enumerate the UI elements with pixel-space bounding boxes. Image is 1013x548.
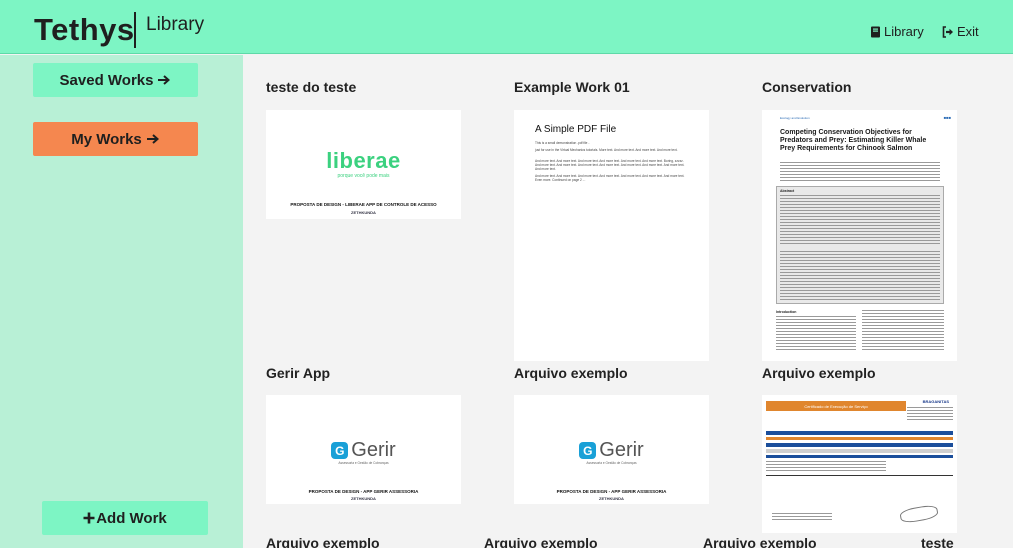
work-title[interactable]: Conservation <box>762 79 851 95</box>
gerir-wordmark: Gerir <box>351 439 396 461</box>
preview-caption: PROPOSTA DE DESIGN - APP GERIR ASSESSORI… <box>556 489 667 494</box>
app-subtitle: Library <box>146 14 205 35</box>
saved-works-button[interactable]: Saved Works <box>33 63 198 97</box>
certificate-row <box>766 443 953 447</box>
my-works-label: My Works <box>71 130 142 148</box>
certificate-header-text <box>907 407 953 421</box>
pdf-text-line: And more text. And more text. And more t… <box>535 159 685 171</box>
sidebar: Saved Works My Works Add Work <box>0 55 243 548</box>
paper-authors <box>780 162 940 182</box>
gerir-g-icon: G <box>579 442 597 459</box>
work-title[interactable]: Arquivo exemplo <box>762 365 876 381</box>
paper-column-left <box>776 316 856 352</box>
work-thumbnail[interactable]: G Gerir Assessoria e Gestão de Cobranças… <box>514 395 709 504</box>
intro-label: Introduction <box>776 310 797 314</box>
pdf-heading: A Simple PDF File <box>535 124 617 135</box>
my-works-button[interactable]: My Works <box>33 122 198 156</box>
work-title[interactable]: Example Work 01 <box>514 79 630 95</box>
book-icon <box>871 26 880 37</box>
pdf-text-line: And more text. And more text. And more t… <box>535 174 685 182</box>
pdf-text-line: This is a small demonstration .pdf file … <box>535 141 590 145</box>
nav-library-label: Library <box>884 24 924 39</box>
sign-out-icon <box>942 25 953 38</box>
brand-divider <box>134 12 136 48</box>
liberae-logo: liberae <box>326 148 401 173</box>
certificate-banner: Certificado de Execução de Serviço <box>766 401 906 411</box>
certificate-footer <box>772 513 832 521</box>
work-title[interactable]: teste <box>921 535 954 548</box>
certificate-row <box>766 431 953 435</box>
signature-stamp-icon <box>899 503 939 525</box>
logo-tagline: Assessoria e Gestão de Cobranças <box>338 461 389 465</box>
logo-tagline: porque você pode mais <box>337 173 390 179</box>
paper-heading: Competing Conservation Objectives for Pr… <box>780 129 927 152</box>
preview-mark: ZETHKUNDA <box>599 496 624 501</box>
gerir-g-icon: G <box>331 442 349 459</box>
plus-icon <box>83 512 95 524</box>
preview-mark: ZETHKUNDA <box>351 496 376 501</box>
paper-column-right <box>862 310 944 352</box>
app-brand[interactable]: Tethys <box>34 12 135 48</box>
saved-works-label: Saved Works <box>59 71 154 89</box>
paper-abstract-box: Abstract <box>776 186 944 304</box>
add-work-button[interactable]: Add Work <box>42 501 208 535</box>
work-title[interactable]: Arquivo exemplo <box>266 535 380 548</box>
nav-exit-link[interactable]: Exit <box>942 24 979 39</box>
preview-mark: ZETHKUNDA <box>351 210 376 215</box>
add-work-label: Add Work <box>96 509 167 527</box>
work-thumbnail[interactable]: G Gerir Assessoria e Gestão de Cobranças… <box>266 395 461 504</box>
work-title[interactable]: teste do teste <box>266 79 356 95</box>
gerir-logo: G Gerir <box>514 439 709 462</box>
works-grid: teste do teste Example Work 01 Conservat… <box>243 55 1013 548</box>
nav-library-link[interactable]: Library <box>870 24 924 39</box>
nav-exit-label: Exit <box>957 24 979 39</box>
work-title[interactable]: Arquivo exemplo <box>703 535 817 548</box>
work-thumbnail[interactable]: liberae porque você pode mais PROPOSTA D… <box>266 110 461 219</box>
gerir-logo: G Gerir <box>266 439 461 462</box>
logo-tagline: Assessoria e Gestão de Cobranças <box>586 461 637 465</box>
arrow-right-icon <box>146 134 159 144</box>
top-bar: Tethys Library Library Exit <box>0 0 1013 54</box>
preview-caption: PROPOSTA DE DESIGN - LIBERAE APP DE CONT… <box>290 202 437 207</box>
certificate-row <box>766 437 953 440</box>
work-title[interactable]: Gerir App <box>266 365 330 381</box>
certificate-details <box>766 461 886 471</box>
journal-logo-icon: ■■■ <box>943 115 951 120</box>
certificate-row <box>766 455 953 458</box>
work-title[interactable]: Arquivo exemplo <box>484 535 598 548</box>
abstract-notes <box>780 251 940 301</box>
abstract-label: Abstract <box>780 189 795 193</box>
certificate-brand: BRAGANITAS <box>922 399 949 404</box>
work-thumbnail[interactable]: A Simple PDF File This is a small demons… <box>514 110 709 361</box>
work-thumbnail[interactable]: Ecology and Evolution ■■■ Competing Cons… <box>762 110 957 361</box>
arrow-right-icon <box>158 75 171 85</box>
journal-name: Ecology and Evolution <box>780 116 810 120</box>
certificate-divider <box>766 475 953 476</box>
work-title[interactable]: Arquivo exemplo <box>514 365 628 381</box>
pdf-text-line: just for use in the Virtual Mechanics tu… <box>535 148 678 152</box>
abstract-text <box>780 195 940 245</box>
gerir-wordmark: Gerir <box>599 439 644 461</box>
certificate-row <box>766 449 953 453</box>
preview-caption: PROPOSTA DE DESIGN - APP GERIR ASSESSORI… <box>308 489 419 494</box>
work-thumbnail[interactable]: Certificado de Execução de Serviço BRAGA… <box>762 395 957 533</box>
